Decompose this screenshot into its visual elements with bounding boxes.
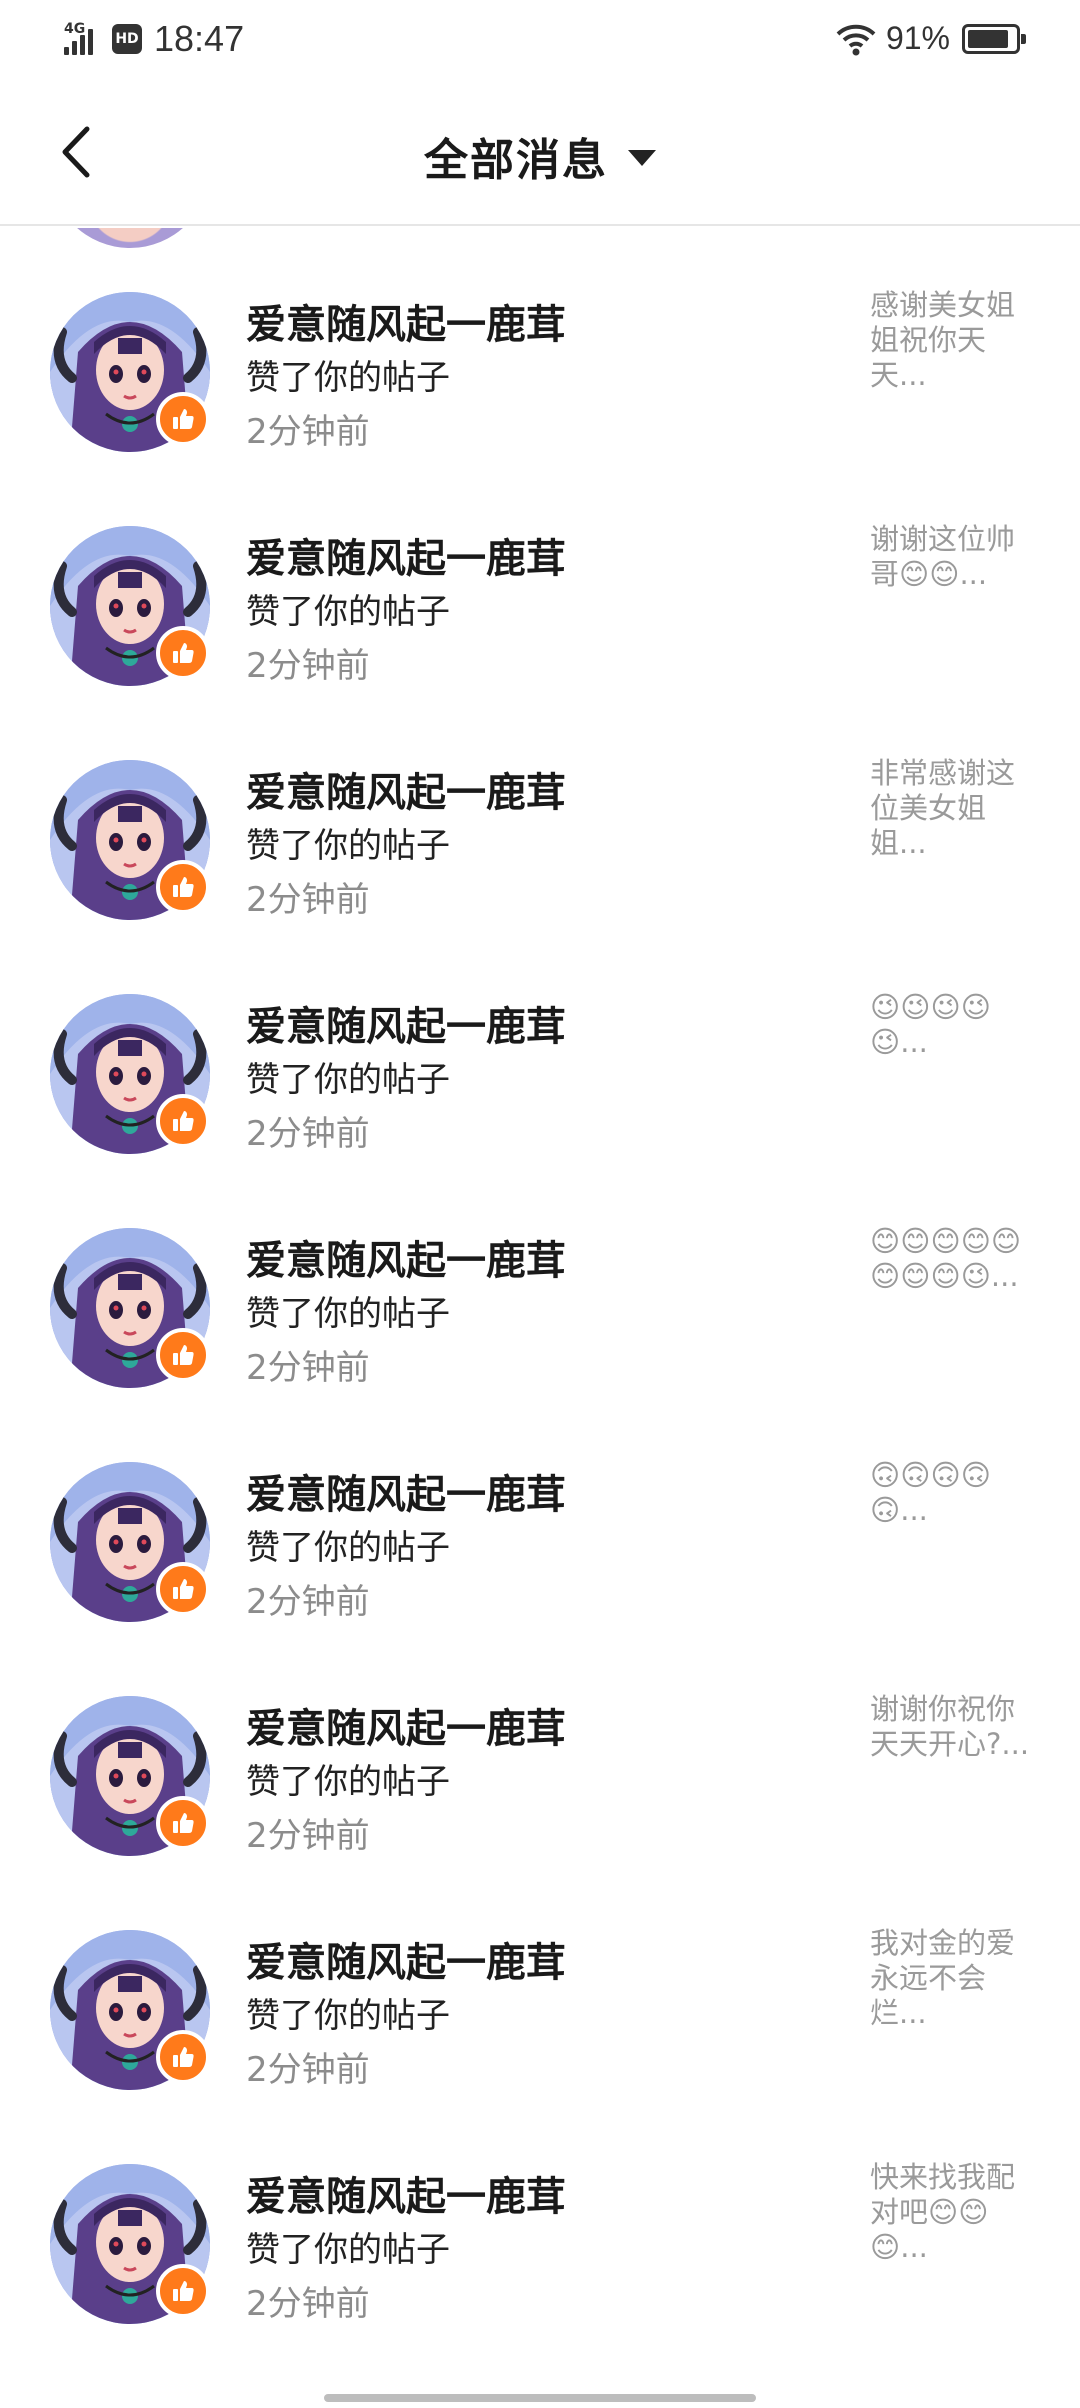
post-preview[interactable]: 我对金的爱永远不会烂...: [870, 1926, 1030, 2031]
timestamp: 2分钟前: [246, 1348, 370, 1388]
username[interactable]: 爱意随风起一鹿茸: [246, 292, 566, 350]
list-item[interactable]: 爱意随风起一鹿茸 赞了你的帖子 2分钟前 快来找我配对吧😊😊😊...: [0, 2122, 1080, 2356]
like-badge: [156, 1328, 210, 1382]
list-item[interactable]: 爱意随风起一鹿茸 赞了你的帖子 2分钟前 感谢美女姐姐祝你天天...: [0, 250, 1080, 484]
timestamp: 2分钟前: [246, 412, 370, 452]
caret-down-icon: [628, 150, 656, 166]
notification-action: 赞了你的帖子: [246, 592, 450, 632]
thumbs-up-icon: [173, 1345, 194, 1365]
cellular-signal-icon: 4G: [64, 21, 104, 57]
battery-icon: [962, 23, 1026, 54]
timestamp: 2分钟前: [246, 1114, 370, 1154]
like-badge: [156, 860, 210, 914]
list-item[interactable]: 爱意随风起一鹿茸 赞了你的帖子 2分钟前 🙃🙃🙃🙃🙃...: [0, 1420, 1080, 1654]
post-preview[interactable]: 😉😉😉😉😉...: [870, 990, 1030, 1060]
thumbs-up-icon: [173, 409, 194, 429]
post-preview[interactable]: 感谢美女姐姐祝你天天...: [870, 288, 1030, 393]
thumbs-up-icon: [173, 643, 194, 663]
notification-action: 赞了你的帖子: [246, 826, 450, 866]
thumbs-up-icon: [173, 2281, 194, 2301]
thumbs-up-icon: [173, 1579, 194, 1599]
post-preview[interactable]: 谢谢你祝你天天开心?...: [870, 1692, 1030, 1762]
list-item[interactable]: 爱意随风起一鹿茸 赞了你的帖子 2分钟前 非常感谢这位美女姐姐...: [0, 718, 1080, 952]
like-badge: [156, 2030, 210, 2084]
post-preview[interactable]: 🙃🙃🙃🙃🙃...: [870, 1458, 1030, 1528]
timestamp: 2分钟前: [246, 2050, 370, 2090]
notification-action: 赞了你的帖子: [246, 1996, 450, 2036]
notification-action: 赞了你的帖子: [246, 358, 450, 398]
thumbs-up-icon: [173, 1111, 194, 1131]
post-preview[interactable]: 非常感谢这位美女姐姐...: [870, 756, 1030, 861]
username[interactable]: 爱意随风起一鹿茸: [246, 1228, 566, 1286]
thumbs-up-icon: [173, 2047, 194, 2067]
username[interactable]: 爱意随风起一鹿茸: [246, 1930, 566, 1988]
like-badge: [156, 1796, 210, 1850]
notification-action: 赞了你的帖子: [246, 1060, 450, 1100]
post-preview[interactable]: 谢谢这位帅哥😊😊...: [870, 522, 1030, 592]
post-preview[interactable]: 快来找我配对吧😊😊😊...: [870, 2160, 1030, 2265]
timestamp: 2分钟前: [246, 646, 370, 686]
clock: 18:47: [154, 18, 245, 59]
notification-list[interactable]: 爱意随风起一鹿茸 赞了你的帖子 2分钟前 感谢美女姐姐祝你天天... 爱意随风起…: [0, 228, 1080, 2388]
notification-action: 赞了你的帖子: [246, 1762, 450, 1802]
username[interactable]: 爱意随风起一鹿茸: [246, 1462, 566, 1520]
list-item[interactable]: 爱意随风起一鹿茸 赞了你的帖子 2分钟前 😉😉😉😉😉...: [0, 952, 1080, 1186]
like-badge: [156, 2264, 210, 2318]
status-right: 91%: [836, 20, 1026, 57]
notification-action: 赞了你的帖子: [246, 1294, 450, 1334]
timestamp: 2分钟前: [246, 880, 370, 920]
list-item[interactable]: 爱意随风起一鹿茸 赞了你的帖子 2分钟前 谢谢你祝你天天开心?...: [0, 1654, 1080, 1888]
like-badge: [156, 626, 210, 680]
home-indicator[interactable]: [324, 2394, 756, 2402]
post-preview[interactable]: 😊😊😊😊😊😊😊😊😉...: [870, 1224, 1030, 1294]
like-badge: [156, 1094, 210, 1148]
wifi-icon: [836, 24, 876, 55]
thumbs-up-icon: [173, 877, 194, 897]
notification-action: 赞了你的帖子: [246, 2230, 450, 2270]
avatar[interactable]: [50, 228, 210, 248]
username[interactable]: 爱意随风起一鹿茸: [246, 994, 566, 1052]
notification-action: 赞了你的帖子: [246, 1528, 450, 1568]
message-filter-dropdown[interactable]: 全部消息: [0, 124, 1080, 188]
battery-percent: 91%: [885, 20, 950, 56]
username[interactable]: 爱意随风起一鹿茸: [246, 760, 566, 818]
thumbs-up-icon: [173, 1813, 194, 1833]
hd-icon: HD: [112, 24, 142, 54]
list-item[interactable]: 爱意随风起一鹿茸 赞了你的帖子 2分钟前 我对金的爱永远不会烂...: [0, 1888, 1080, 2122]
status-left: 4G HD 18:47: [64, 18, 244, 60]
list-item[interactable]: 爱意随风起一鹿茸 赞了你的帖子 2分钟前 谢谢这位帅哥😊😊...: [0, 484, 1080, 718]
username[interactable]: 爱意随风起一鹿茸: [246, 526, 566, 584]
timestamp: 2分钟前: [246, 2284, 370, 2324]
like-badge: [156, 392, 210, 446]
page-title: 全部消息: [424, 135, 608, 186]
list-item[interactable]: 爱意随风起一鹿茸 赞了你的帖子 2分钟前 😊😊😊😊😊😊😊😊😉...: [0, 1186, 1080, 1420]
status-bar: 4G HD 18:47 91%: [0, 0, 1080, 84]
like-badge: [156, 1562, 210, 1616]
timestamp: 2分钟前: [246, 1582, 370, 1622]
username[interactable]: 爱意随风起一鹿茸: [246, 2164, 566, 2222]
username[interactable]: 爱意随风起一鹿茸: [246, 1696, 566, 1754]
timestamp: 2分钟前: [246, 1816, 370, 1856]
nav-bar: 全部消息: [0, 84, 1080, 226]
